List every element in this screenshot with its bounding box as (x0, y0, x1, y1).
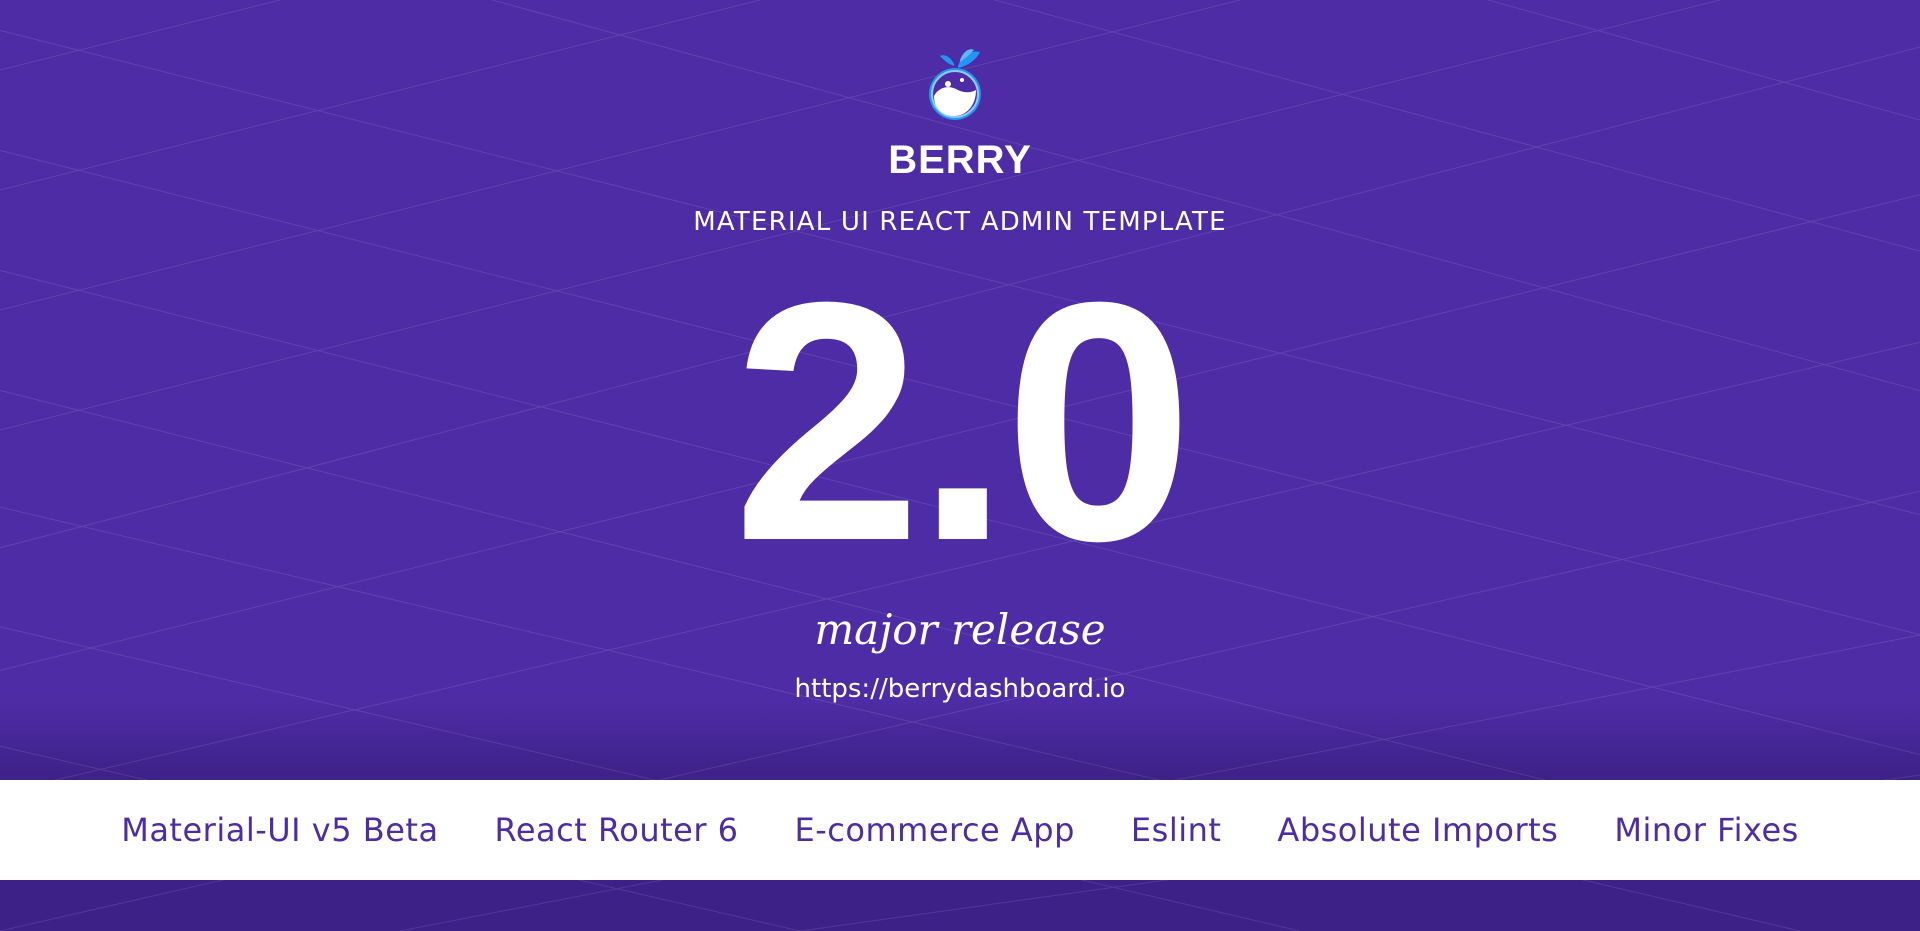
release-label: major release (814, 605, 1106, 654)
brand-name: BERRY (888, 138, 1032, 182)
feature-item-minor-fixes: Minor Fixes (1614, 811, 1799, 849)
feature-item-absolute-imports: Absolute Imports (1277, 811, 1559, 849)
feature-item-eslint: Eslint (1130, 811, 1222, 849)
feature-item-ecommerce: E-commerce App (794, 811, 1075, 849)
feature-bar: Material-UI v5 Beta React Router 6 E-com… (0, 780, 1920, 880)
website-link[interactable]: https://berrydashboard.io (0, 672, 1920, 706)
feature-item-react-router: React Router 6 (494, 811, 739, 849)
hero-banner: BERRY MATERIAL UI REACT ADMIN TEMPLATE 2… (0, 0, 1920, 931)
version-number: 2.0 (732, 232, 1194, 612)
feature-item-material-ui: Material-UI v5 Beta (121, 811, 439, 849)
berry-logo-icon (929, 49, 981, 120)
